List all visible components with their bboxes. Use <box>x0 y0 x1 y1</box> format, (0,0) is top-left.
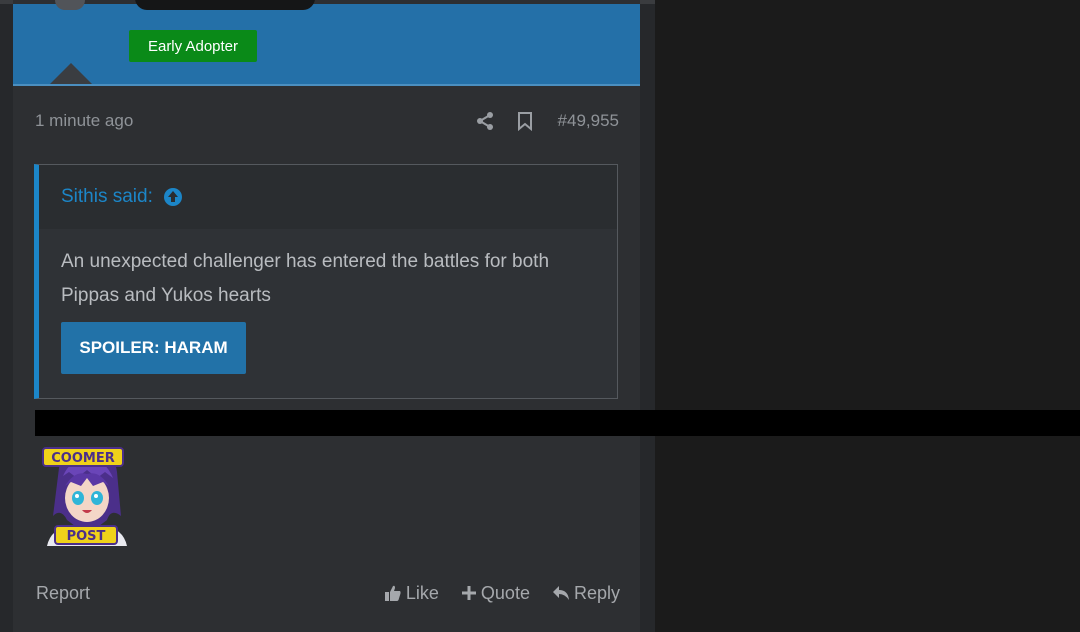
quote-block: Sithis said: An unexpected challenger ha… <box>34 164 618 399</box>
coomer-post-sticker: COOMER POST <box>41 446 133 546</box>
bookmark-icon[interactable] <box>514 110 536 132</box>
reply-icon <box>552 586 569 600</box>
user-badge: Early Adopter <box>129 30 257 62</box>
post-timestamp[interactable]: 1 minute ago <box>35 111 474 131</box>
banner-pointer <box>50 63 92 84</box>
thumbs-up-icon <box>384 585 401 601</box>
username-pill[interactable] <box>135 0 315 10</box>
avatar[interactable] <box>55 0 85 10</box>
quote-text: An unexpected challenger has entered the… <box>61 251 550 306</box>
like-label: Like <box>405 582 439 603</box>
sticker-top-text: COOMER <box>51 451 114 466</box>
share-icon[interactable] <box>474 110 496 132</box>
user-banner: Early Adopter <box>13 0 640 86</box>
quote-header: Sithis said: <box>39 165 617 229</box>
quote-label: Quote <box>480 582 530 603</box>
arrow-up-circle-icon[interactable] <box>163 187 183 207</box>
redacted-text-bar <box>35 410 1080 436</box>
post-meta: 1 minute ago #49,955 <box>35 104 619 138</box>
quote-button[interactable]: Quote <box>461 583 530 604</box>
quote-author-link[interactable]: Sithis said: <box>61 186 153 208</box>
reply-label: Reply <box>573 582 620 603</box>
spoiler-button[interactable]: SPOILER: HARAM <box>61 322 246 374</box>
plus-icon <box>461 586 476 600</box>
sticker-bottom-text: POST <box>67 529 106 544</box>
like-button[interactable]: Like <box>384 583 439 604</box>
post-actions: Report Like Quote Reply <box>36 576 620 610</box>
post-number-link[interactable]: #49,955 <box>558 111 619 131</box>
reply-button[interactable]: Reply <box>552 583 620 604</box>
report-link[interactable]: Report <box>36 583 362 604</box>
